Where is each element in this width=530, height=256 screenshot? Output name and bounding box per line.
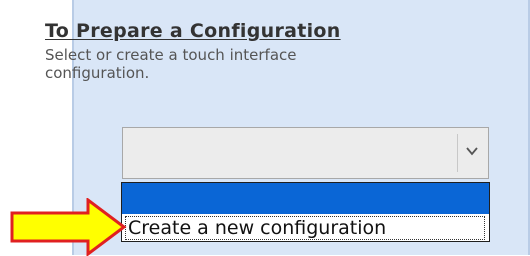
configuration-select[interactable] xyxy=(122,127,489,179)
configuration-dropdown-list: Create a new configuration xyxy=(121,182,490,242)
section-description: Select or create a touch interface confi… xyxy=(45,46,297,82)
select-divider xyxy=(457,134,458,172)
right-arrow-icon xyxy=(10,198,127,256)
dropdown-option-blank[interactable] xyxy=(122,183,489,214)
chevron-down-icon[interactable] xyxy=(465,144,479,158)
dropdown-option-create-new[interactable]: Create a new configuration xyxy=(125,216,485,240)
section-title: To Prepare a Configuration xyxy=(45,20,341,42)
